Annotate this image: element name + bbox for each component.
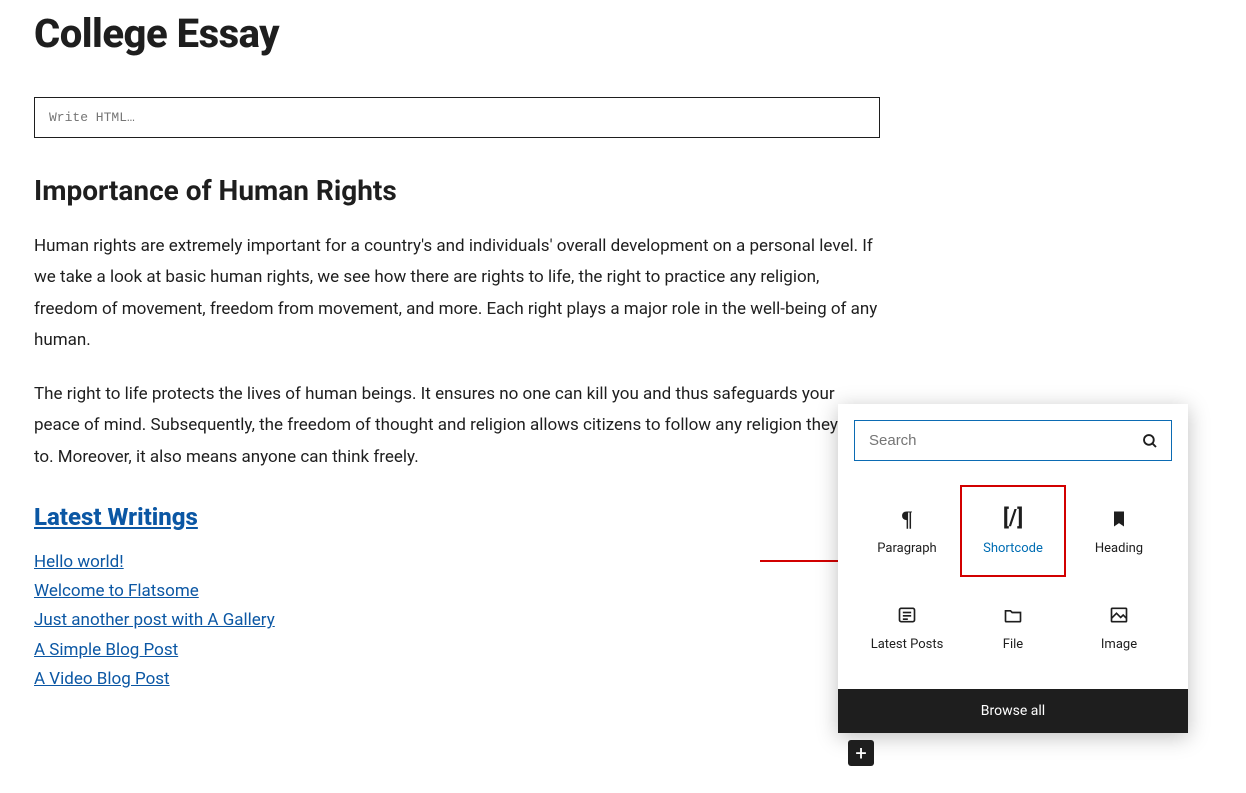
paragraph-block[interactable]: The right to life protects the lives of … (34, 379, 880, 473)
block-search[interactable] (854, 420, 1172, 461)
paragraph-icon: ¶ (895, 507, 919, 531)
block-latest-posts[interactable]: Latest Posts (854, 581, 960, 673)
list-item: A Simple Blog Post (34, 637, 880, 664)
block-heading[interactable]: Heading (1066, 485, 1172, 577)
folder-icon (1001, 603, 1025, 627)
paragraph-block[interactable]: Human rights are extremely important for… (34, 231, 880, 357)
list-item: Welcome to Flatsome (34, 578, 880, 605)
block-shortcode[interactable]: [/] Shortcode (960, 485, 1066, 577)
block-inserter-popover: ¶ Paragraph [/] Shortcode Heading Latest… (838, 404, 1188, 733)
block-label: Paragraph (877, 541, 936, 556)
list-item: A Video Blog Post (34, 666, 880, 693)
block-grid: ¶ Paragraph [/] Shortcode Heading Latest… (854, 485, 1172, 673)
post-link[interactable]: Hello world! (34, 552, 124, 572)
heading-block[interactable]: Importance of Human Rights (34, 174, 880, 207)
bookmark-icon (1107, 507, 1131, 531)
latest-posts-list: Hello world! Welcome to Flatsome Just an… (34, 549, 880, 693)
post-link[interactable]: A Simple Blog Post (34, 640, 178, 660)
editor-canvas: College Essay Write HTML… Importance of … (0, 10, 880, 693)
block-label: Heading (1095, 541, 1143, 556)
block-search-input[interactable] (867, 431, 1141, 450)
block-label: Latest Posts (871, 637, 944, 652)
block-image[interactable]: Image (1066, 581, 1172, 673)
add-block-button[interactable]: + (848, 740, 874, 766)
custom-html-block[interactable]: Write HTML… (34, 97, 880, 138)
browse-all-button[interactable]: Browse all (838, 689, 1188, 733)
post-link[interactable]: Just another post with A Gallery (34, 610, 275, 630)
block-label: File (1003, 637, 1023, 652)
post-title[interactable]: College Essay (34, 10, 880, 57)
block-file[interactable]: File (960, 581, 1066, 673)
block-paragraph[interactable]: ¶ Paragraph (854, 485, 960, 577)
latest-writings-heading[interactable]: Latest Writings (34, 503, 880, 531)
block-label: Image (1101, 637, 1137, 652)
list-item: Hello world! (34, 549, 880, 576)
list-icon (895, 603, 919, 627)
post-link[interactable]: Welcome to Flatsome (34, 581, 199, 601)
block-label: Shortcode (983, 541, 1043, 556)
search-icon (1141, 432, 1159, 450)
image-icon (1107, 603, 1131, 627)
list-item: Just another post with A Gallery (34, 607, 880, 634)
shortcode-icon: [/] (1001, 507, 1025, 531)
post-link[interactable]: A Video Blog Post (34, 669, 170, 689)
